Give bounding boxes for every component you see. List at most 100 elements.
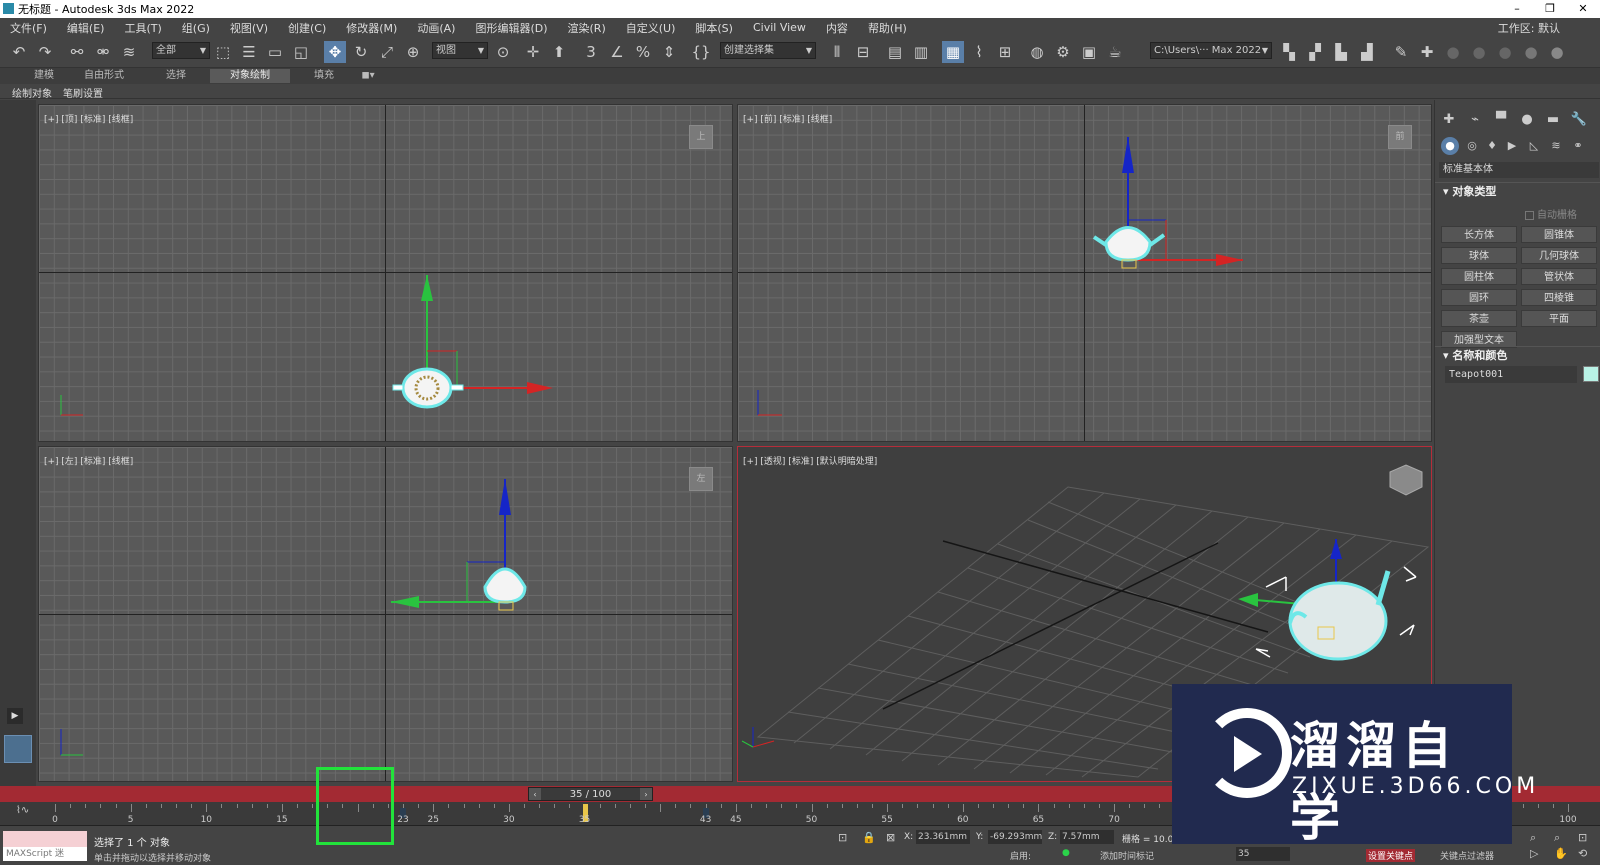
mirror-icon[interactable]: ⫴ — [826, 41, 848, 63]
set-key-button[interactable]: 设置关键点 — [1366, 849, 1416, 862]
dot-icon-3[interactable]: ● — [1494, 41, 1516, 63]
dot-icon-5[interactable]: ● — [1546, 41, 1568, 63]
ribbon-options-icon[interactable]: ◼▾ — [356, 69, 380, 83]
schematic-view-icon[interactable]: ⊞ — [994, 41, 1016, 63]
reference-coord-dropdown[interactable]: 视图 ▼ — [432, 42, 488, 59]
plus-tool-icon[interactable]: ✚ — [1416, 41, 1438, 63]
paint-objects-panel[interactable]: 绘制对象 — [12, 85, 52, 100]
menu-help[interactable]: 帮助(H) — [858, 20, 917, 36]
helpers-icon[interactable]: ◺ — [1525, 137, 1543, 155]
torus-button[interactable]: 圆环 — [1441, 289, 1517, 306]
workspace-selector[interactable]: 工作区: 默认 — [1498, 20, 1560, 36]
viewport-top[interactable]: [+] [顶] [标准] [线框] 上 — [38, 104, 733, 442]
orbit-icon[interactable]: ⟲ — [1578, 847, 1587, 860]
rect-selection-icon[interactable]: ▭ — [264, 41, 286, 63]
menu-modifiers[interactable]: 修改器(M) — [336, 20, 407, 36]
y-coord-field[interactable]: -69.293mm — [988, 830, 1042, 844]
object-category-dropdown[interactable]: 标准基本体 — [1439, 162, 1599, 178]
percent-snap-icon[interactable]: % — [632, 41, 654, 63]
project-icon-1[interactable]: ▚ — [1278, 41, 1300, 63]
enable-on-icon[interactable]: ● — [1062, 848, 1070, 858]
rendered-frame-icon[interactable]: ▣ — [1078, 41, 1100, 63]
selection-filter-dropdown[interactable]: 全部 ▼ — [152, 42, 210, 59]
select-place-icon[interactable]: ⊕ — [402, 41, 424, 63]
zoom-extents-icon[interactable]: ⊡ — [1578, 831, 1587, 844]
layer-explorer-icon[interactable]: ▤ — [884, 41, 906, 63]
viewport-left[interactable]: [+] [左] [标准] [线框] 左 — [38, 446, 733, 782]
expand-layouts-icon[interactable]: ▶ — [7, 708, 23, 724]
motion-tab-icon[interactable]: ● — [1517, 110, 1537, 130]
spinner-snap-icon[interactable]: ⇕ — [658, 41, 680, 63]
cameras-icon[interactable]: ▶ — [1503, 137, 1521, 155]
fov-icon[interactable]: ▷ — [1530, 847, 1538, 860]
systems-icon[interactable]: ⚭ — [1569, 137, 1587, 155]
hierarchy-tab-icon[interactable]: ▀ — [1491, 110, 1511, 130]
teapot-button[interactable]: 茶壶 — [1441, 310, 1517, 327]
autogrid-checkbox[interactable]: 自动栅格 — [1525, 206, 1577, 221]
unlink-icon[interactable]: ⚮ — [92, 41, 114, 63]
select-rotate-icon[interactable]: ↻ — [350, 41, 372, 63]
menu-file[interactable]: 文件(F) — [0, 20, 57, 36]
pyramid-button[interactable]: 四棱锥 — [1521, 289, 1597, 306]
undo-icon[interactable]: ↶ — [8, 41, 30, 63]
render-setup-icon[interactable]: ⚙ — [1052, 41, 1074, 63]
tab-populate[interactable]: 填充 — [298, 69, 350, 83]
tab-modeling[interactable]: 建模 — [20, 69, 68, 83]
tab-object-paint[interactable]: 对象绘制 — [210, 69, 290, 83]
project-path-dropdown[interactable]: C:\Users\··· Max 2022 ▼ — [1150, 42, 1272, 59]
angle-snap-icon[interactable]: ∠ — [606, 41, 628, 63]
create-tab-icon[interactable]: ✚ — [1439, 110, 1459, 130]
project-icon-3[interactable]: ▙ — [1330, 41, 1352, 63]
object-name-field[interactable]: Teapot001 — [1445, 366, 1577, 383]
curve-editor-toggle-icon[interactable]: ⌇∿ — [16, 805, 29, 816]
select-scale-icon[interactable]: ⤢ — [376, 41, 398, 63]
menu-tools[interactable]: 工具(T) — [114, 20, 171, 36]
restore-button[interactable]: ❐ — [1535, 0, 1565, 18]
align-icon[interactable]: ⊟ — [852, 41, 874, 63]
cone-button[interactable]: 圆锥体 — [1521, 226, 1597, 243]
add-time-tag[interactable]: 添加时间标记 — [1100, 849, 1154, 862]
pivot-center-icon[interactable]: ⊙ — [492, 41, 514, 63]
object-type-rollout[interactable]: ▾ 对象类型 — [1435, 182, 1600, 200]
absolute-mode-icon[interactable]: ⊠ — [886, 831, 895, 844]
maxscript-input[interactable]: MAXScript 迷 — [3, 847, 87, 861]
dot-icon-4[interactable]: ● — [1520, 41, 1542, 63]
manipulate-icon[interactable]: ✛ — [522, 41, 544, 63]
window-crossing-icon[interactable]: ◱ — [290, 41, 312, 63]
project-icon-4[interactable]: ▟ — [1356, 41, 1378, 63]
close-button[interactable]: ✕ — [1568, 0, 1598, 18]
menu-create[interactable]: 创建(C) — [278, 20, 336, 36]
edit-named-sel-icon[interactable]: {} — [690, 41, 712, 63]
z-coord-field[interactable]: 7.57mm — [1060, 830, 1114, 844]
zoom-all-icon[interactable]: ⌕ — [1554, 831, 1560, 845]
current-frame-field[interactable]: 35 — [1236, 847, 1290, 861]
menu-edit[interactable]: 编辑(E) — [57, 20, 115, 36]
menu-civil-view[interactable]: Civil View — [743, 21, 816, 34]
name-color-rollout[interactable]: ▾ 名称和颜色 — [1435, 346, 1600, 364]
brush-settings-panel[interactable]: 笔刷设置 — [63, 85, 103, 100]
menu-views[interactable]: 视图(V) — [220, 20, 278, 36]
project-icon-2[interactable]: ▞ — [1304, 41, 1326, 63]
select-move-icon[interactable]: ✥ — [324, 41, 346, 63]
menu-scripting[interactable]: 脚本(S) — [685, 20, 743, 36]
minimize-button[interactable]: – — [1502, 0, 1532, 18]
dot-icon-1[interactable]: ● — [1442, 41, 1464, 63]
time-slider-thumb[interactable]: ‹ 35 / 100 › — [528, 787, 653, 801]
material-editor-icon[interactable]: ◍ — [1026, 41, 1048, 63]
geosphere-button[interactable]: 几何球体 — [1521, 247, 1597, 264]
sphere-button[interactable]: 球体 — [1441, 247, 1517, 264]
toggle-ribbon-icon[interactable]: ▥ — [910, 41, 932, 63]
select-object-icon[interactable]: ⬚ — [212, 41, 234, 63]
tab-selection[interactable]: 选择 — [150, 69, 202, 83]
render-icon[interactable]: ☕ — [1104, 41, 1126, 63]
curve-editor-icon[interactable]: ⌇ — [968, 41, 990, 63]
snaps-toggle-icon[interactable]: 3 — [580, 41, 602, 63]
box-button[interactable]: 长方体 — [1441, 226, 1517, 243]
dot-icon-2[interactable]: ● — [1468, 41, 1490, 63]
utilities-tab-icon[interactable]: 🔧 — [1569, 110, 1589, 130]
modify-tab-icon[interactable]: ⌁ — [1465, 110, 1485, 130]
pan-icon[interactable]: ✋ — [1554, 847, 1568, 860]
zoom-icon[interactable]: ⌕ — [1530, 831, 1536, 845]
x-coord-field[interactable]: 23.361mm — [916, 830, 970, 844]
display-tab-icon[interactable]: ▬ — [1543, 110, 1563, 130]
